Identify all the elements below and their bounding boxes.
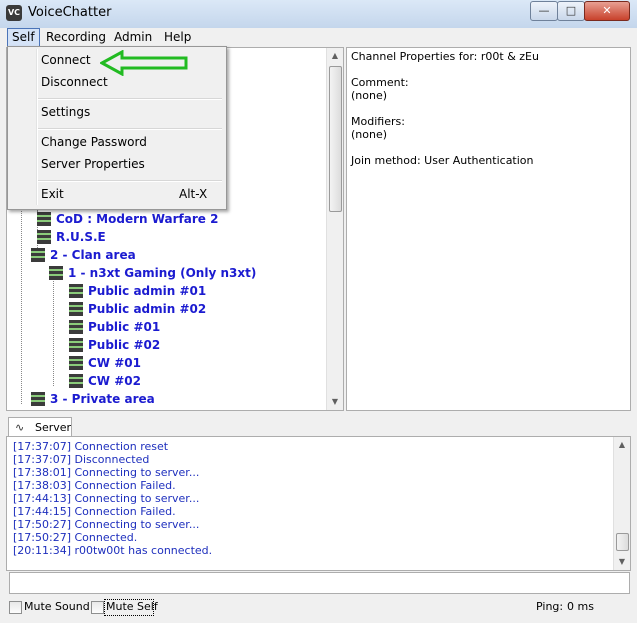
comment-value: (none) (351, 89, 388, 102)
channel-icon (31, 247, 45, 262)
tree-item-label: Public admin #01 (88, 284, 207, 298)
log-line: [17:44:13] Connecting to server... (13, 492, 200, 505)
menu-admin[interactable]: Admin (110, 29, 156, 46)
tree-item-clan-area[interactable]: 2 - Clan area (31, 246, 136, 264)
channel-icon (69, 337, 83, 352)
modifiers-value: (none) (351, 128, 388, 141)
tree-item-label: 1 - n3xt Gaming (Only n3xt) (68, 266, 257, 280)
annotation-arrow-icon (100, 50, 188, 76)
tree-item-public-01[interactable]: Public #01 (69, 318, 160, 336)
channel-icon (69, 301, 83, 316)
maximize-button[interactable]: □ (557, 1, 585, 21)
close-icon: ✕ (602, 4, 612, 17)
mute-self-checkbox[interactable] (91, 601, 104, 614)
tree-item-label: Public #02 (88, 338, 161, 352)
ping-value: 0 ms (567, 600, 594, 613)
tree-item-label: Public #01 (88, 320, 161, 334)
menu-separator (38, 128, 222, 130)
mute-sound-checkbox[interactable] (9, 601, 22, 614)
log-scroll-track[interactable]: ▲ ▼ (614, 437, 630, 570)
channel-icon (37, 229, 51, 244)
menu-exit[interactable]: Exit (41, 187, 64, 201)
join-method: Join method: User Authentication (351, 154, 534, 167)
tree-item-label: CoD : Modern Warfare 2 (56, 212, 219, 226)
menu-disconnect[interactable]: Disconnect (41, 75, 108, 89)
scroll-up-icon[interactable]: ▲ (614, 437, 630, 453)
tree-connector (53, 274, 54, 386)
scroll-down-icon[interactable]: ▼ (614, 554, 630, 570)
menu-settings[interactable]: Settings (41, 105, 90, 119)
channel-properties-panel: Channel Properties for: r00t & zEu Comme… (346, 47, 631, 411)
menu-exit-shortcut: Alt-X (179, 187, 208, 201)
ping-label: Ping: (536, 600, 564, 613)
tree-item-public-02[interactable]: Public #02 (69, 336, 160, 354)
tree-item-public-admin-02[interactable]: Public admin #02 (69, 300, 206, 318)
tree-item-label: R.U.S.E (56, 230, 106, 244)
log-line: [17:37:07] Connection reset (13, 440, 169, 453)
scroll-down-icon[interactable]: ▼ (327, 394, 343, 410)
mute-sound-label[interactable]: Mute Sound (24, 600, 90, 613)
menu-connect[interactable]: Connect (41, 53, 91, 67)
minimize-button[interactable]: — (530, 1, 558, 21)
tree-item-public-admin-01[interactable]: Public admin #01 (69, 282, 206, 300)
channel-icon (69, 355, 83, 370)
channel-icon (49, 265, 63, 280)
chat-input[interactable] (9, 572, 630, 594)
log-line: [17:38:01] Connecting to server... (13, 466, 200, 479)
channel-icon (69, 283, 83, 298)
app-icon: VC (6, 5, 22, 21)
menu-server-properties[interactable]: Server Properties (41, 157, 145, 171)
tab-server-label: Server (35, 421, 72, 434)
window-title: VoiceChatter (28, 5, 112, 20)
menu-bar: Self Recording Admin Help (0, 28, 637, 47)
channel-icon (69, 319, 83, 334)
tree-item-private-area[interactable]: 3 - Private area (31, 390, 155, 408)
tree-item-label: CW #02 (88, 374, 141, 388)
tree-item-label: Public admin #02 (88, 302, 207, 316)
tree-item-cod-mw2[interactable]: CoD : Modern Warfare 2 (37, 210, 218, 228)
channel-icon (69, 373, 83, 388)
menu-recording[interactable]: Recording (42, 29, 110, 46)
tree-item-cw-02[interactable]: CW #02 (69, 372, 141, 390)
status-bar: Mute Sound Mute Self Ping: 0 ms (0, 597, 637, 623)
tree-item-label: CW #01 (88, 356, 141, 370)
mute-self-label[interactable]: Mute Self (106, 600, 158, 613)
tree-scrollbar[interactable]: ▲ ▼ (326, 48, 343, 410)
menu-separator (38, 98, 222, 100)
menu-separator (38, 180, 222, 182)
log-line: [17:44:15] Connection Failed. (13, 505, 176, 518)
log-line: [17:37:07] Disconnected (13, 453, 150, 466)
menu-help[interactable]: Help (160, 29, 195, 46)
log-line: [17:50:27] Connected. (13, 531, 138, 544)
log-line: [17:38:03] Connection Failed. (13, 479, 176, 492)
minimize-icon: — (538, 4, 550, 17)
server-wave-icon: ∿ (15, 421, 25, 434)
channel-icon (37, 211, 51, 226)
log-line: [20:11:34] r00tw00t has connected. (13, 544, 213, 557)
properties-header: Channel Properties for: r00t & zEu (351, 50, 539, 63)
menu-change-password[interactable]: Change Password (41, 135, 147, 149)
menu-self[interactable]: Self (7, 28, 40, 47)
app-window: VC VoiceChatter — □ ✕ Self Recording Adm… (0, 0, 637, 623)
tree-item-label: 2 - Clan area (50, 248, 136, 262)
scroll-thumb[interactable] (616, 533, 629, 551)
close-button[interactable]: ✕ (584, 1, 630, 21)
tab-server[interactable]: ∿ Server (8, 417, 72, 438)
scroll-up-icon[interactable]: ▲ (327, 48, 343, 64)
title-bar: VC VoiceChatter — □ ✕ (0, 0, 637, 28)
comment-label: Comment: (351, 76, 409, 89)
tree-item-n3xt-gaming[interactable]: 1 - n3xt Gaming (Only n3xt) (49, 264, 256, 282)
scroll-thumb[interactable] (329, 66, 342, 212)
tree-item-label: 3 - Private area (50, 392, 155, 406)
tree-item-cw-01[interactable]: CW #01 (69, 354, 141, 372)
maximize-icon: □ (565, 4, 577, 17)
modifiers-label: Modifiers: (351, 115, 405, 128)
tree-item-ruse[interactable]: R.U.S.E (37, 228, 106, 246)
log-line: [17:50:27] Connecting to server... (13, 518, 200, 531)
log-scrollbar[interactable]: ▲ ▼ (613, 437, 630, 570)
server-log[interactable]: [17:37:07] Connection reset [17:37:07] D… (6, 436, 631, 571)
channel-icon (31, 391, 45, 406)
